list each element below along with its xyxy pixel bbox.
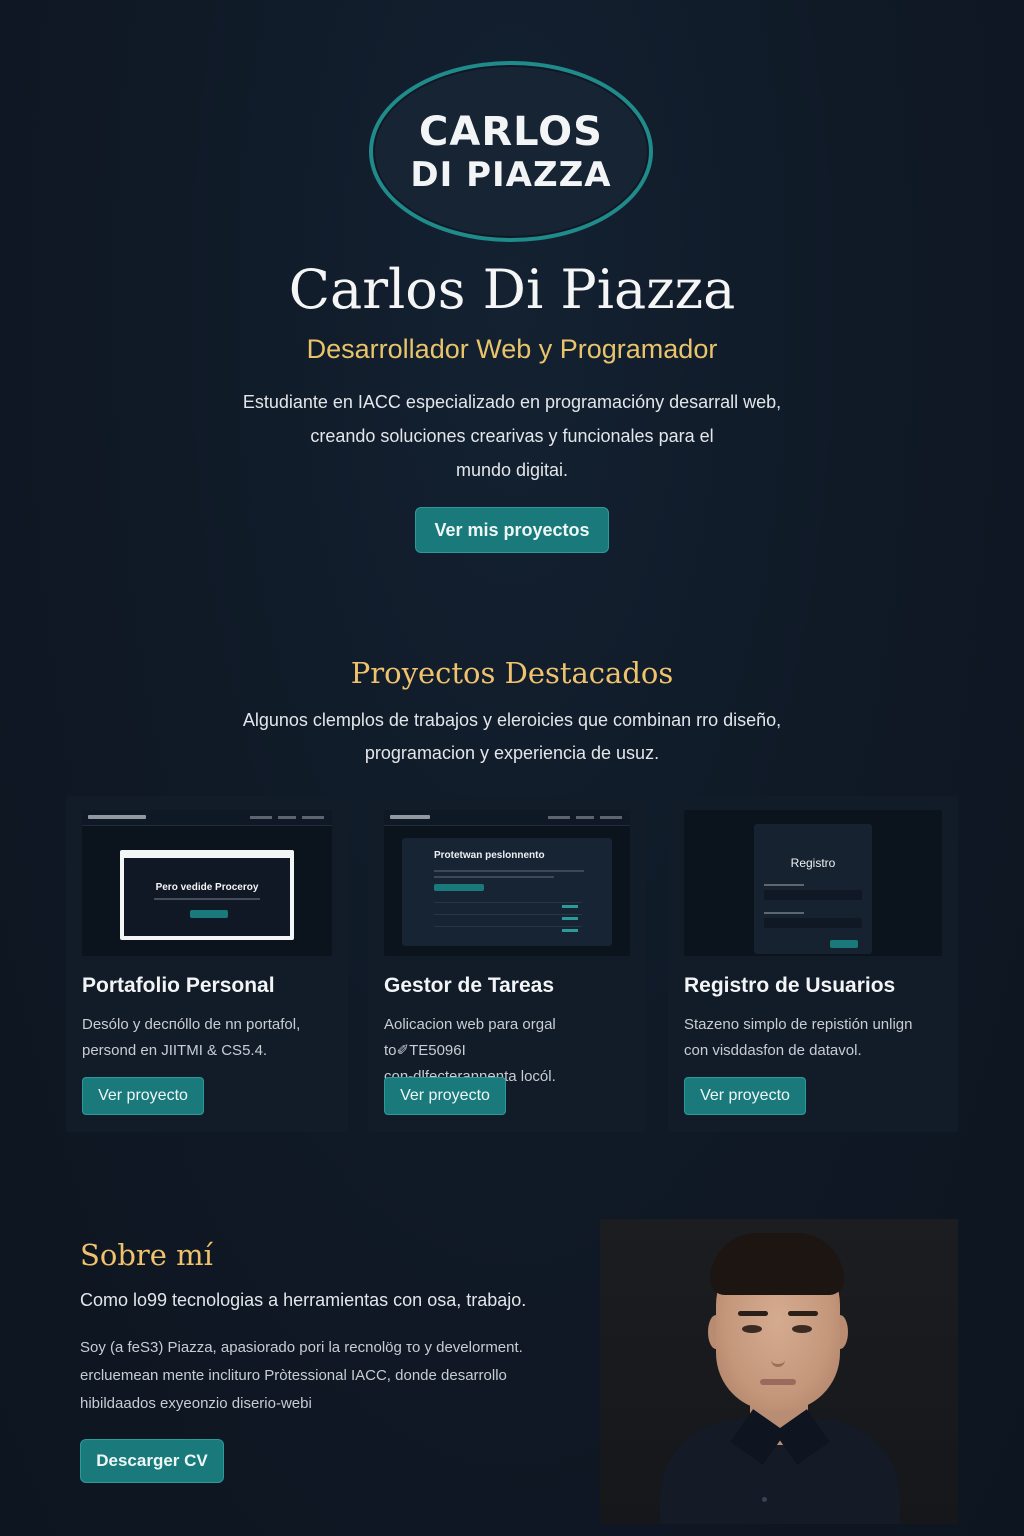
project-name: Portafolio Personal [82, 974, 275, 997]
thumbnail-button [190, 910, 228, 918]
project-description-line: persond en JIITMI & CS5.4. [82, 1042, 268, 1059]
hero-description-line: Estudiante en IACC especializado en prog… [242, 392, 782, 412]
projects-description-line: Algunos clemplos de trabajos y eleroicie… [242, 710, 782, 730]
profile-photo [600, 1219, 958, 1524]
project-description: Stazeno simplo de repistión unlign con v… [684, 1012, 948, 1064]
hero-description-line: mundo digitai. [455, 460, 569, 480]
project-card-user-registration: Registro Registro de Usuarios Stazeno si… [668, 796, 958, 1132]
view-projects-button[interactable]: Ver mis proyectos [415, 507, 609, 553]
project-description-line: Aolicacion web para orgal to✐TE5096I [384, 1016, 556, 1059]
about-body-line: ercluemean mente inclituro Pròtessional … [80, 1367, 507, 1384]
project-name: Registro de Usuarios [684, 974, 896, 997]
project-description-line: Stazeno simplo de repistión unlign [684, 1016, 913, 1033]
hero-subtitle: Desarrollador Web y Programador [306, 334, 718, 364]
project-name: Gestor de Tareas [384, 974, 555, 997]
download-cv-button[interactable]: Descarger CV [80, 1439, 224, 1483]
thumbnail-browser-window: Pero vedide Proceroy [120, 850, 294, 940]
about-body: Soy (a feS3) Piazza, apasiorado pori la … [80, 1334, 580, 1418]
projects-heading: Proyectos Destacados [350, 656, 674, 690]
portfolio-page: CARLOS DI PIAZZA Carlos Di Piazza Desarr… [0, 0, 1024, 1536]
thumbnail-registration-form: Registro [754, 824, 872, 954]
view-project-button[interactable]: Ver proyecto [684, 1077, 806, 1115]
thumbnail-task-panel: Protetwan peslonnento [402, 838, 612, 946]
project-description: Desólo y decпóllo de nn portafol, person… [82, 1012, 338, 1064]
project-thumbnail[interactable]: Registro [684, 810, 942, 956]
project-description-line: Desólo y decпóllo de nn portafol, [82, 1016, 301, 1033]
hero-description-line: creando soluciones crearivas y funcional… [310, 426, 714, 446]
thumbnail-text: Protetwan peslonnento [434, 850, 545, 861]
project-thumbnail[interactable]: Protetwan peslonnento [384, 810, 630, 956]
hero-name: Carlos Di Piazza [288, 258, 736, 321]
thumbnail-text: Pero vedide Proceroy [155, 882, 259, 893]
about-body-line: Soy (a feS3) Piazza, apasiorado pori la … [80, 1339, 523, 1356]
view-project-button[interactable]: Ver proyecto [82, 1077, 204, 1115]
about-heading: Sobre mí [80, 1238, 213, 1272]
project-description-line: con visddasfon de datavol. [684, 1042, 862, 1059]
projects-description: Algunos clemplos de trabajos y eleroicie… [212, 704, 812, 770]
portrait-hair [710, 1233, 844, 1295]
project-card-portfolio: Pero vedide Proceroy Portafolio Personal… [66, 796, 348, 1132]
thumbnail-button [434, 884, 484, 891]
thumbnail-text: Registro [790, 856, 836, 870]
logo-line-1: CARLOS [419, 108, 603, 155]
projects-description-line: programacion y experiencia de usuz. [364, 743, 660, 763]
logo-line-2: DI PIAZZA [410, 154, 612, 195]
about-lead: Como lo99 tecnologias a herramientas con… [80, 1290, 527, 1310]
thumbnail-navbar [82, 810, 332, 826]
view-project-button[interactable]: Ver proyecto [384, 1077, 506, 1115]
logo-badge: CARLOS DI PIAZZA [369, 61, 653, 242]
project-thumbnail[interactable]: Pero vedide Proceroy [82, 810, 332, 956]
thumbnail-navbar [384, 810, 630, 826]
project-card-task-manager: Protetwan peslonnento Gestor de Tareas A… [368, 796, 646, 1132]
about-body-line: hibildaados exyeonzio diserio-webi [80, 1395, 312, 1412]
hero-description: Estudiante en IACC especializado en prog… [212, 385, 812, 487]
thumbnail-button [830, 940, 858, 948]
